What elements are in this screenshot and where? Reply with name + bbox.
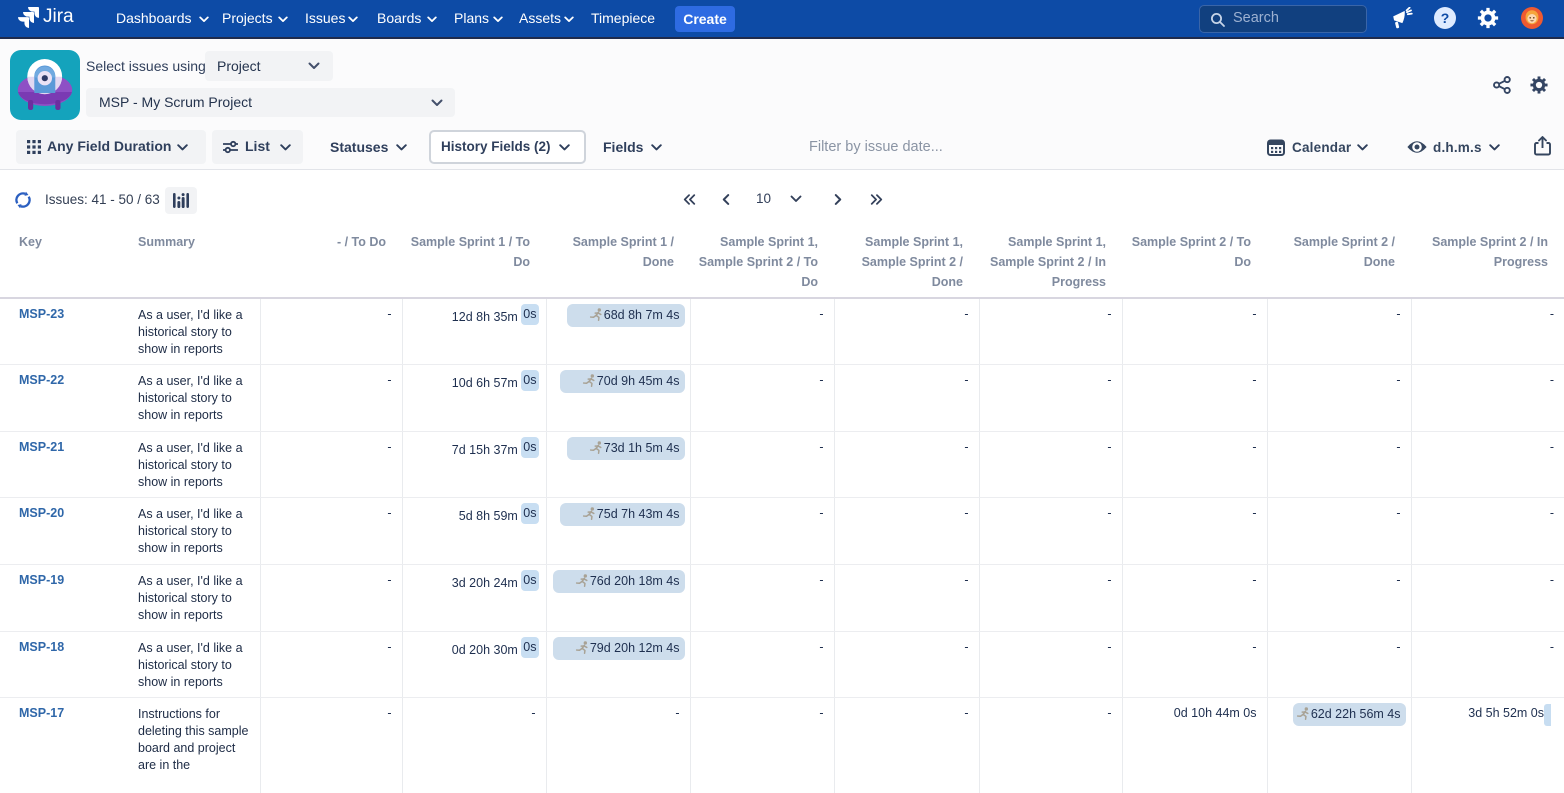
svg-text:?: ?	[1441, 10, 1450, 26]
